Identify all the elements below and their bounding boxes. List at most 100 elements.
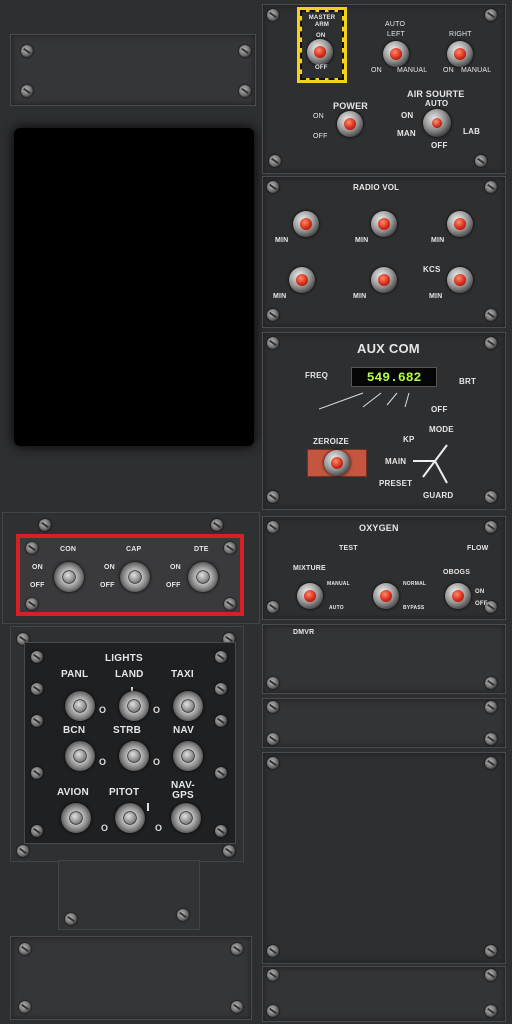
radio-vol-knob-5[interactable] [371, 267, 397, 293]
con-label: CON [60, 546, 77, 553]
pitot-toggle-switch[interactable] [115, 803, 145, 833]
zeroize-knob[interactable] [324, 450, 350, 476]
air-source-selector[interactable] [423, 109, 451, 137]
off-mark: O [99, 757, 107, 767]
normal-label: NORMAL [403, 581, 427, 587]
screw-icon [485, 491, 497, 503]
screw-icon [31, 651, 43, 663]
screw-icon [65, 913, 77, 925]
cap-on-label: ON [104, 564, 115, 571]
dte-toggle-switch[interactable] [188, 562, 218, 592]
strb-label: STRB [113, 725, 142, 736]
screw-icon [485, 9, 497, 21]
screw-icon [267, 9, 279, 21]
master-arm-off-label: OFF [315, 65, 328, 71]
screw-icon [39, 519, 51, 531]
air-source-man-label: MAN [397, 129, 416, 138]
screw-icon [31, 825, 43, 837]
dmvr-title: DMVR [293, 629, 315, 636]
radio-vol-panel: RADIO VOL MIN MIN MIN KCS MIN MIN MIN [262, 176, 506, 328]
con-on-label: ON [32, 564, 43, 571]
cap-toggle-switch[interactable] [120, 562, 150, 592]
screw-icon [21, 85, 33, 97]
screw-icon [215, 651, 227, 663]
min-label: MIN [273, 293, 287, 300]
radio-vol-knob-6[interactable] [447, 267, 473, 293]
obogs-switch[interactable] [445, 583, 471, 609]
strb-toggle-switch[interactable] [119, 741, 149, 771]
avion-toggle-switch[interactable] [61, 803, 91, 833]
dte-label: DTE [194, 546, 209, 553]
screw-icon [231, 1001, 243, 1013]
left-label: LEFT [387, 31, 405, 38]
freq-label: FREQ [305, 371, 329, 380]
screw-icon [485, 733, 497, 745]
screw-icon [223, 845, 235, 857]
screw-icon [215, 715, 227, 727]
screw-icon [215, 767, 227, 779]
power-switch[interactable] [337, 111, 363, 137]
screw-icon [267, 181, 279, 193]
guard-label: GUARD [423, 491, 454, 500]
power-off-label: OFF [313, 133, 328, 140]
left-on-label: ON [371, 67, 382, 74]
screw-icon [269, 155, 281, 167]
air-source-off-label: OFF [431, 141, 448, 150]
panl-toggle-switch[interactable] [65, 691, 95, 721]
air-source-auto-label: AUTO [425, 99, 449, 108]
screw-icon [485, 701, 497, 713]
off-mark: O [99, 705, 107, 715]
left-switch[interactable] [383, 41, 409, 67]
lights-panel: LIGHTS PANL LAND TAXI O O BCN STRB NAV O… [24, 642, 236, 844]
off-mark: O [155, 823, 163, 833]
mixture-switch[interactable] [297, 583, 323, 609]
radio-vol-knob-1[interactable] [293, 211, 319, 237]
screw-icon [267, 491, 279, 503]
screw-icon [485, 337, 497, 349]
normal-bypass-switch[interactable] [373, 583, 399, 609]
pitot-tick [147, 803, 149, 811]
master-arm-switch[interactable] [307, 39, 333, 65]
dmvr-panel: DMVR [262, 624, 506, 694]
brt-selector-marks [319, 392, 410, 410]
power-label: POWER [333, 101, 369, 111]
screw-icon [485, 181, 497, 193]
radio-vol-title: RADIO VOL [353, 183, 400, 192]
blank-plate-right-2 [262, 752, 506, 964]
screw-icon [485, 521, 497, 533]
screw-icon [475, 155, 487, 167]
main-label: MAIN [385, 457, 407, 466]
nav-gps-toggle-switch[interactable] [171, 803, 201, 833]
land-toggle-switch[interactable] [119, 691, 149, 721]
bcn-toggle-switch[interactable] [65, 741, 95, 771]
nav-label: NAV [173, 725, 194, 736]
screw-icon [231, 943, 243, 955]
taxi-label: TAXI [171, 669, 194, 680]
mixture-label: MIXTURE [293, 565, 326, 572]
screw-icon [485, 969, 497, 981]
bypass-label: BYPASS [403, 605, 425, 611]
taxi-toggle-switch[interactable] [173, 691, 203, 721]
right-switch[interactable] [447, 41, 473, 67]
brt-off-label: OFF [431, 405, 448, 414]
screw-icon [26, 542, 38, 554]
con-toggle-switch[interactable] [54, 562, 84, 592]
right-label: RIGHT [449, 31, 472, 38]
radio-vol-knob-2[interactable] [371, 211, 397, 237]
blank-plate-top-left [10, 34, 256, 106]
min-label: MIN [355, 237, 369, 244]
blank-plate-right-3 [262, 966, 506, 1022]
zeroize-label: ZEROIZE [313, 437, 350, 446]
screw-icon [211, 519, 223, 531]
zeroize-button[interactable] [307, 449, 367, 477]
radio-vol-knob-3[interactable] [447, 211, 473, 237]
screw-icon [485, 757, 497, 769]
nav-toggle-switch[interactable] [173, 741, 203, 771]
radio-vol-knob-4[interactable] [289, 267, 315, 293]
land-label: LAND [115, 669, 144, 680]
min-label: MIN [275, 237, 289, 244]
blank-plate-right-1 [262, 698, 506, 748]
comms-panel: CON CAP DTE ON OFF ON OFF ON OFF [16, 534, 244, 616]
aux-com-title: AUX COM [357, 341, 420, 356]
air-source-label: AIR SOURTE [407, 89, 465, 99]
